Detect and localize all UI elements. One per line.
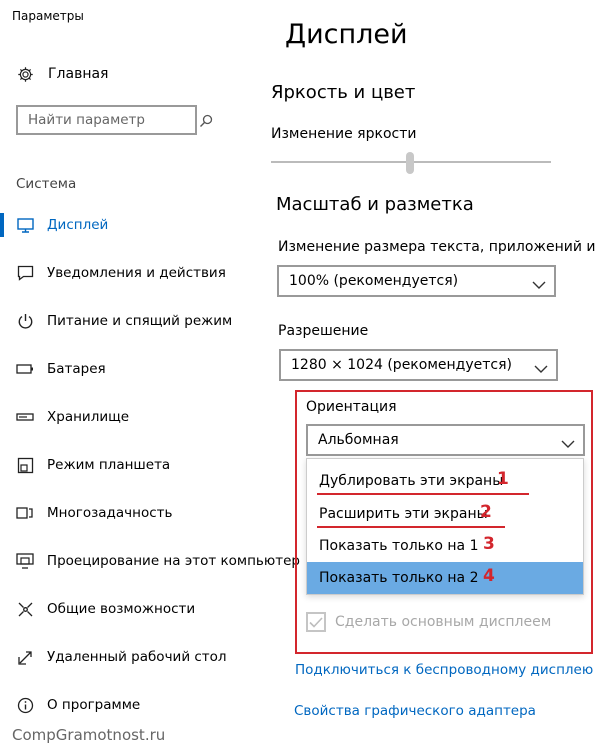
make-main-display-row[interactable]: Сделать основным дисплеем (306, 612, 551, 632)
sidebar-home[interactable]: Главная (16, 62, 108, 86)
option-label: Показать только на 2 (319, 570, 479, 586)
orientation-select-value: Альбомная (318, 432, 399, 448)
brightness-slider-thumb[interactable] (406, 152, 414, 174)
option-label: Показать только на 1 (319, 538, 479, 554)
info-icon (16, 696, 34, 714)
annotation-underline (317, 493, 529, 495)
sidebar-item-label: Режим планшета (47, 457, 171, 473)
sidebar-item-tablet-mode[interactable]: Режим планшета (0, 452, 300, 478)
option-show-only-2[interactable]: Показать только на 2 4 (307, 562, 583, 594)
shared-experiences-icon (16, 600, 34, 618)
storage-icon (16, 408, 34, 426)
sidebar-item-remote-desktop[interactable]: Удаленный рабочий стол (0, 644, 300, 670)
chevron-down-icon (532, 277, 546, 289)
sidebar-item-label: Дисплей (47, 217, 109, 233)
annotation-number: 2 (480, 502, 492, 522)
orientation-label: Ориентация (306, 399, 397, 415)
sidebar-item-storage[interactable]: Хранилище (0, 404, 300, 430)
annotation-number: 1 (497, 469, 509, 489)
active-indicator (0, 213, 4, 237)
orientation-select[interactable]: Альбомная (306, 424, 585, 456)
sidebar-item-label: Общие возможности (47, 601, 196, 617)
option-duplicate[interactable]: Дублировать эти экраны 1 (307, 465, 583, 497)
sidebar-item-label: Удаленный рабочий стол (47, 649, 227, 665)
sidebar-item-label: Проецирование на этот компьютер (46, 553, 300, 569)
make-main-display-label: Сделать основным дисплеем (335, 614, 552, 630)
chevron-down-icon (561, 436, 575, 448)
graphics-adapter-properties-link[interactable]: Свойства графического адаптера (294, 703, 536, 719)
search-icon (199, 113, 213, 127)
resolution-select[interactable]: 1280 × 1024 (рекомендуется) (279, 349, 558, 381)
make-main-display-checkbox[interactable] (306, 612, 326, 632)
projecting-icon (16, 552, 34, 570)
multiple-displays-dropdown[interactable]: Дублировать эти экраны 1 Расширить эти э… (306, 458, 584, 595)
option-label: Дублировать эти экраны (319, 473, 504, 489)
annotation-underline (317, 526, 505, 528)
window-title: Параметры (12, 9, 84, 23)
sidebar-item-label: Хранилище (47, 409, 130, 425)
annotation-number: 4 (483, 566, 495, 586)
sidebar-home-label: Главная (48, 66, 109, 82)
option-extend[interactable]: Расширить эти экраны 2 (307, 498, 583, 530)
connect-wireless-display-link[interactable]: Подключиться к беспроводному дисплею (295, 662, 593, 678)
power-icon (16, 312, 34, 330)
sidebar-item-label: Питание и спящий режим (47, 313, 233, 329)
sidebar-group-label: Система (16, 176, 77, 192)
sidebar-item-label: О программе (47, 697, 141, 713)
monitor-icon (16, 216, 34, 234)
sidebar-item-multitasking[interactable]: Многозадачность (0, 500, 300, 526)
size-label: Изменение размера текста, приложений и д… (278, 239, 597, 255)
sidebar-item-label: Уведомления и действия (47, 265, 226, 281)
sidebar-item-label: Многозадачность (47, 505, 173, 521)
scale-select-value: 100% (рекомендуется) (289, 273, 459, 289)
sidebar-item-label: Батарея (47, 361, 106, 377)
sidebar-item-power[interactable]: Питание и спящий режим (0, 308, 300, 334)
resolution-select-value: 1280 × 1024 (рекомендуется) (291, 357, 512, 373)
chevron-down-icon (534, 361, 548, 373)
battery-icon (16, 360, 34, 378)
brightness-label: Изменение яркости (271, 126, 417, 142)
sidebar-item-display[interactable]: Дисплей (0, 212, 300, 238)
sidebar-item-notifications[interactable]: Уведомления и действия (0, 260, 300, 286)
watermark: CompGramotnost.ru (12, 726, 166, 744)
sidebar-item-battery[interactable]: Батарея (0, 356, 300, 382)
search-box[interactable] (16, 105, 213, 135)
sidebar-item-shared-experiences[interactable]: Общие возможности (0, 596, 300, 622)
notification-icon (16, 264, 34, 282)
option-label: Расширить эти экраны (319, 506, 488, 522)
page-title: Дисплей (285, 19, 408, 50)
multitasking-icon (16, 504, 34, 522)
search-input[interactable] (28, 112, 199, 128)
scale-heading: Масштаб и разметка (276, 194, 474, 215)
sidebar-item-projecting[interactable]: Проецирование на этот компьютер (0, 548, 300, 574)
gear-icon (16, 65, 34, 83)
tablet-mode-icon (16, 456, 34, 474)
remote-desktop-icon (16, 648, 34, 666)
sidebar-item-about[interactable]: О программе (0, 692, 300, 718)
option-show-only-1[interactable]: Показать только на 1 3 (307, 530, 583, 562)
annotation-number: 3 (483, 534, 495, 554)
scale-select[interactable]: 100% (рекомендуется) (277, 265, 556, 297)
brightness-heading: Яркость и цвет (271, 82, 416, 103)
resolution-label: Разрешение (278, 323, 369, 339)
